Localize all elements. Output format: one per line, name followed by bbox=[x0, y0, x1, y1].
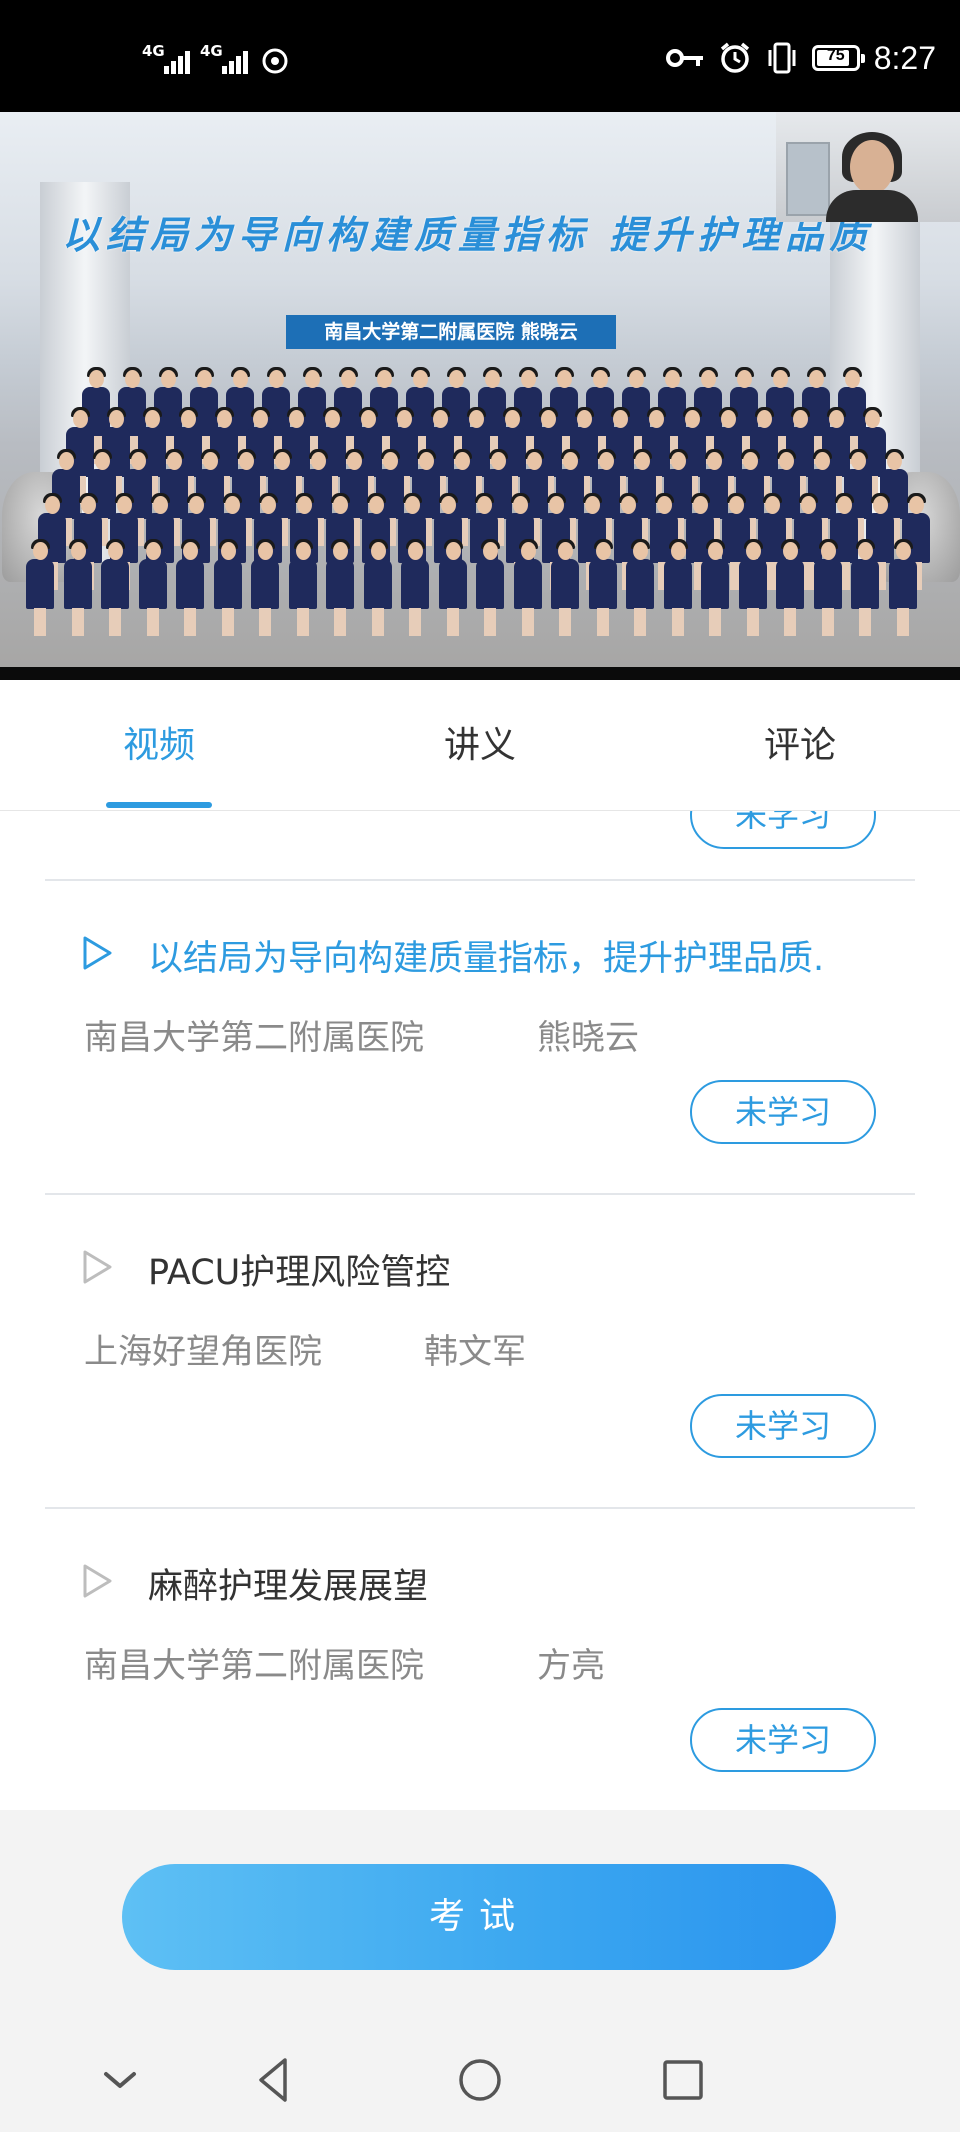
speaker-pip-video[interactable] bbox=[776, 112, 960, 222]
item-author: 韩文军 bbox=[424, 1332, 526, 1372]
list-item[interactable]: 以结局为导向构建质量指标，提升护理品质. 南昌大学第二附属医院 熊晓云 未学习 bbox=[0, 880, 960, 1192]
status-button[interactable]: 未学习 bbox=[690, 1394, 876, 1458]
photo-person bbox=[474, 539, 506, 637]
status-button-partial[interactable]: 未学习 bbox=[690, 811, 876, 849]
list-item[interactable]: 麻醉护理发展展望 南昌大学第二附属医院 方亮 未学习 bbox=[0, 1508, 960, 1810]
vibrate-icon bbox=[768, 42, 796, 74]
network-type-1: 4G bbox=[142, 42, 165, 60]
photo-person bbox=[287, 539, 319, 637]
item-hospital: 上海好望角医院 bbox=[84, 1332, 322, 1372]
photo-person bbox=[699, 539, 731, 637]
photo-person bbox=[212, 539, 244, 637]
key-icon bbox=[665, 49, 703, 67]
play-icon bbox=[83, 1564, 112, 1598]
play-icon bbox=[83, 936, 112, 970]
slide-subtitle: 南昌大学第二附属医院 熊晓云 bbox=[286, 315, 616, 349]
tab-video[interactable]: 视频 bbox=[59, 680, 259, 810]
photo-person bbox=[662, 539, 694, 637]
photo-person bbox=[324, 539, 356, 637]
alarm-icon bbox=[720, 42, 749, 73]
status-bar: 4G 4G 75 8:27 bbox=[0, 0, 960, 112]
list-item[interactable]: PACU护理风险管控 上海好望角医院 韩文军 未学习 bbox=[0, 1194, 960, 1506]
photo-person bbox=[624, 539, 656, 637]
system-nav-bar bbox=[0, 2028, 960, 2132]
photo-person bbox=[587, 539, 619, 637]
item-title: 以结局为导向构建质量指标，提升护理品质. bbox=[148, 939, 825, 979]
video-list: 未学习 以结局为导向构建质量指标，提升护理品质. 南昌大学第二附属医院 熊晓云 … bbox=[0, 811, 960, 1810]
photo-person bbox=[249, 539, 281, 637]
photo-person bbox=[24, 539, 56, 637]
item-hospital: 南昌大学第二附属医院 bbox=[84, 1018, 424, 1058]
hotspot-icon bbox=[262, 48, 288, 74]
item-title: 麻醉护理发展展望 bbox=[148, 1567, 429, 1607]
photo-person bbox=[737, 539, 769, 637]
photo-person bbox=[99, 539, 131, 637]
photo-person bbox=[812, 539, 844, 637]
item-author: 方亮 bbox=[537, 1646, 605, 1686]
photo-person bbox=[887, 539, 919, 637]
chevron-down-icon[interactable] bbox=[92, 2052, 148, 2108]
home-circle-icon[interactable] bbox=[452, 2052, 508, 2108]
photo-person bbox=[174, 539, 206, 637]
photo-person bbox=[774, 539, 806, 637]
photo-person bbox=[362, 539, 394, 637]
exam-button[interactable]: 考试 bbox=[122, 1864, 836, 1970]
photo-person bbox=[549, 539, 581, 637]
tab-handout[interactable]: 讲义 bbox=[380, 680, 580, 810]
tab-comments[interactable]: 评论 bbox=[700, 680, 900, 810]
battery-level: 75 bbox=[826, 47, 845, 64]
network-type-2: 4G bbox=[200, 42, 223, 60]
tab-bar: 视频 讲义 评论 bbox=[0, 680, 960, 811]
photo-person bbox=[399, 539, 431, 637]
recents-square-icon[interactable] bbox=[655, 2052, 711, 2108]
play-icon bbox=[83, 1250, 112, 1284]
signal-2-icon: 4G bbox=[200, 38, 270, 78]
photo-person bbox=[62, 539, 94, 637]
exam-area: 考试 bbox=[0, 1810, 960, 2028]
video-player[interactable]: 以结局为导向构建质量指标 提升护理品质 南昌大学第二附属医院 熊晓云 bbox=[0, 112, 960, 680]
photo-person bbox=[849, 539, 881, 637]
active-tab-indicator bbox=[106, 802, 212, 808]
item-title: PACU护理风险管控 bbox=[148, 1253, 451, 1293]
item-author: 熊晓云 bbox=[537, 1018, 639, 1058]
status-button[interactable]: 未学习 bbox=[690, 1708, 876, 1772]
status-button[interactable]: 未学习 bbox=[690, 1080, 876, 1144]
back-triangle-icon[interactable] bbox=[247, 2052, 303, 2108]
photo-person bbox=[512, 539, 544, 637]
photo-person bbox=[437, 539, 469, 637]
group-photo bbox=[20, 367, 940, 660]
clock: 8:27 bbox=[873, 39, 936, 76]
photo-person bbox=[137, 539, 169, 637]
battery-icon: 75 bbox=[811, 45, 865, 71]
item-hospital: 南昌大学第二附属医院 bbox=[84, 1646, 424, 1686]
